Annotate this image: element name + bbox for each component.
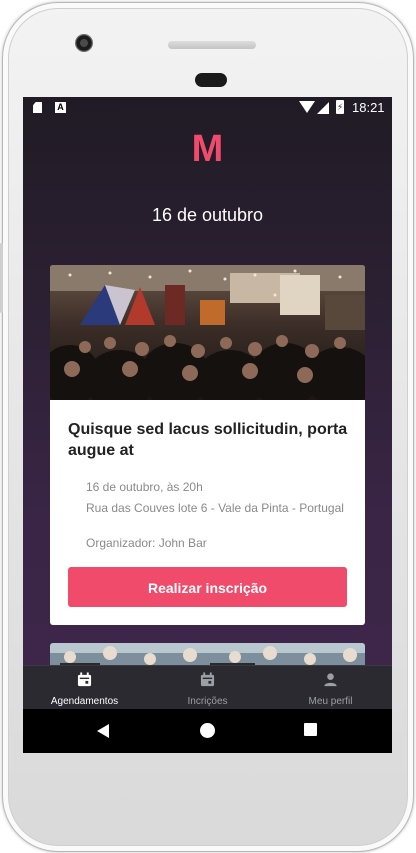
battery-charging-icon	[336, 100, 344, 114]
home-icon[interactable]	[200, 723, 215, 738]
tab-agendamentos[interactable]: Agendamentos	[23, 666, 146, 710]
date-heading: 16 de outubro	[151, 205, 264, 225]
event-organizer: Organizador: John Bar	[86, 536, 207, 550]
status-clock: 18:21	[352, 100, 385, 115]
android-nav-bar	[23, 709, 392, 753]
signal-icon	[317, 102, 329, 114]
calendar-icon	[77, 672, 92, 687]
event-title: Quisque sed lacus sollicitudin, porta au…	[68, 421, 348, 459]
a-notification-icon: A	[55, 102, 66, 113]
tab-label: Agendamentos	[50, 696, 119, 707]
tab-label: Incrições	[187, 696, 228, 707]
speaker-grille	[168, 41, 256, 49]
tab-label: Meu perfil	[308, 696, 353, 707]
person-icon	[324, 673, 337, 687]
calendar-icon	[200, 672, 215, 687]
recent-apps-icon[interactable]	[304, 723, 317, 736]
app-logo: M	[191, 128, 224, 170]
register-button[interactable]: Realizar inscrição	[68, 567, 347, 607]
tab-meu-perfil[interactable]: Meu perfil	[269, 666, 392, 710]
sd-card-icon	[33, 102, 42, 113]
event-card[interactable]: Quisque sed lacus sollicitudin, porta au…	[50, 265, 365, 625]
event-datetime: 16 de outubro, às 20h	[86, 480, 203, 494]
status-bar: A 18:21	[23, 97, 392, 119]
app-screen: A 18:21 M 16 de outubro	[23, 97, 392, 753]
event-address: Rua das Couves lote 6 - Vale da Pinta - …	[86, 501, 344, 515]
earpiece	[195, 73, 227, 87]
wifi-icon	[299, 101, 315, 113]
front-camera	[75, 34, 93, 52]
back-icon[interactable]	[97, 724, 109, 738]
tab-incricoes[interactable]: Incrições	[146, 666, 269, 710]
event-photo	[50, 265, 365, 400]
bottom-tab-bar: Agendamentos Incrições Meu perfil	[23, 665, 392, 710]
